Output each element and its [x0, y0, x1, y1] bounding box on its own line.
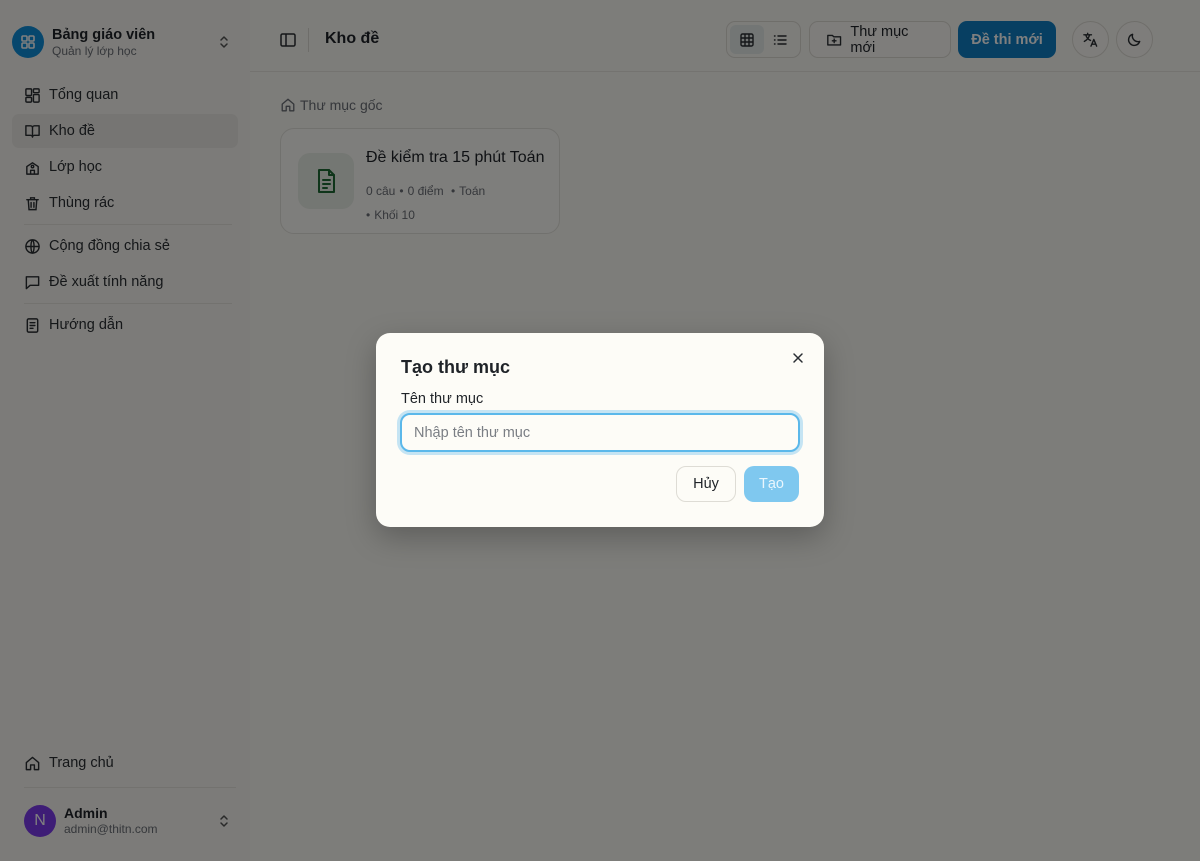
dialog-title: Tạo thư mục	[401, 357, 511, 377]
create-button[interactable]: Tạo	[744, 466, 799, 502]
folder-name-input[interactable]	[400, 413, 800, 452]
close-icon[interactable]	[790, 350, 806, 366]
folder-name-label: Tên thư mục	[401, 391, 484, 407]
cancel-button[interactable]: Hủy	[676, 466, 736, 502]
create-folder-dialog: Tạo thư mục Tên thư mục Hủy Tạo	[376, 333, 824, 527]
